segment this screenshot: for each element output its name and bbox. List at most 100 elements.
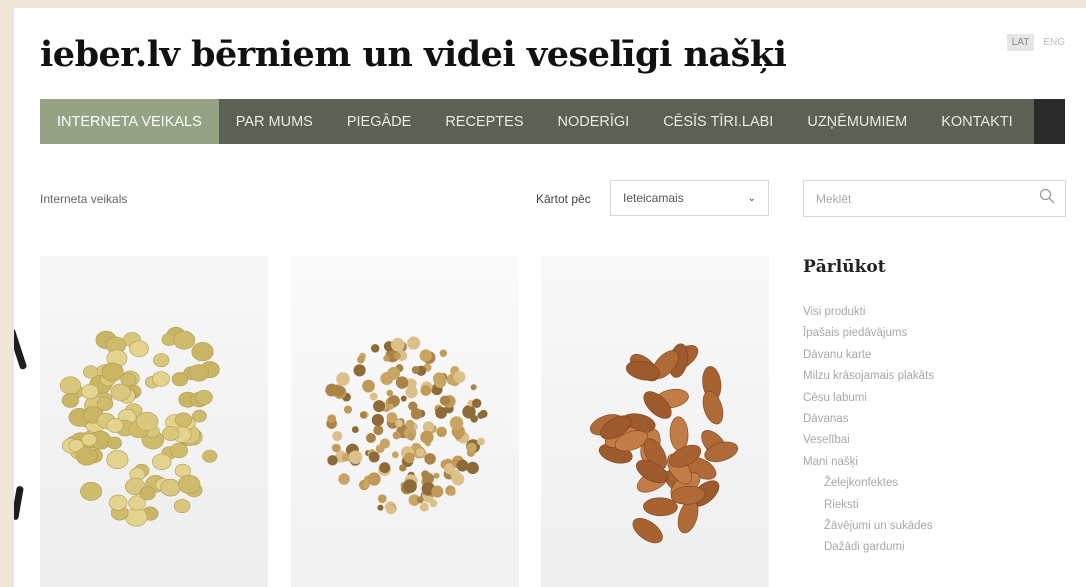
photo-detail [470,384,477,391]
photo-detail [333,384,341,391]
photo-detail [173,330,196,350]
photo-detail [169,442,188,459]
photo-detail [453,370,466,383]
photo-detail [96,396,114,411]
photo-detail [327,414,337,424]
photo-detail [353,364,366,377]
photo-detail [462,405,476,419]
subcategory-item[interactable]: Rieksti [803,495,934,516]
photo-detail [402,479,417,494]
photo-detail [357,355,365,364]
photo-detail [431,485,444,498]
sort-select[interactable]: Ieteicamais ⌄ [610,180,769,216]
category-item[interactable]: Dāvanu karte [803,345,934,366]
nav-noderigi[interactable]: NODERĪGI [541,99,647,144]
photo-detail [386,389,394,397]
subcategory-item[interactable]: Žāvējumi un sukādes [803,516,934,537]
photo-detail [405,385,418,399]
photo-detail [106,418,124,433]
nav-cesis[interactable]: CĒSĪS TĪRI.LABI [646,99,790,144]
search-icon[interactable] [1039,188,1055,209]
photo-detail [416,496,424,504]
photo-detail [348,450,363,464]
photo-detail [178,474,201,494]
photo-detail [410,408,423,420]
photo-detail [436,426,447,438]
photo-detail [466,442,477,453]
photo-detail [202,449,218,463]
photo-detail [392,431,401,440]
nav-interneta-veikals[interactable]: INTERNETA VEIKALS [40,99,219,144]
search-input[interactable] [814,190,1039,207]
nav-kontakti[interactable]: KONTAKTI [924,99,1029,144]
photo-detail [129,340,149,358]
breadcrumb[interactable]: Interneta veikals [40,192,127,206]
sidebar-title: Pārlūkot [803,257,886,277]
photo-detail [351,426,359,434]
photo-detail [106,450,129,469]
photo-detail [456,459,469,472]
photo-detail [429,499,438,508]
photo-detail [188,364,209,382]
photo-detail [195,390,213,405]
photo-detail [80,481,103,501]
photo-detail [160,478,181,497]
lang-eng[interactable]: ENG [1038,34,1070,51]
nav-par-mums[interactable]: PAR MUMS [219,99,330,144]
category-item[interactable]: Mani našķi [803,452,934,473]
photo-detail [380,372,394,386]
decorative-stroke [14,327,28,371]
photo-detail [101,362,124,382]
photo-detail [75,447,98,466]
photo-detail [191,342,214,362]
category-item[interactable]: Veselībai [803,430,934,451]
category-item[interactable]: Cēsu labumi [803,388,934,409]
language-switcher: LAT ENG [1006,34,1070,51]
photo-detail [399,464,407,472]
photo-detail [151,371,170,387]
photo-detail [476,437,485,446]
photo-detail [359,411,368,419]
photo-detail [393,352,401,360]
nav-receptes[interactable]: RECEPTES [428,99,540,144]
photo-detail [405,419,415,430]
lang-lat[interactable]: LAT [1006,34,1035,51]
photo-detail [83,365,99,379]
product-image-almonds[interactable] [541,256,769,587]
product-image-yellow-peas[interactable] [40,256,268,587]
photo-detail [471,398,482,409]
photo-detail [173,498,191,514]
subcategory-item[interactable]: Želejkonfektes [803,473,934,494]
photo-detail [400,395,407,402]
category-item[interactable]: Dāvanas [803,409,934,430]
photo-detail [391,451,399,459]
photo-detail [415,448,425,457]
site-title[interactable]: ieber.lv bērniem un videi veselīgi našķi [40,34,787,75]
photo-detail [81,384,99,400]
photo-detail [386,504,396,515]
category-item[interactable]: Īpašais piedāvājums [803,323,934,344]
photo-detail [420,385,432,396]
photo-detail [328,457,336,465]
photo-detail [375,444,385,454]
photo-detail [139,486,156,501]
photo-detail [373,425,384,436]
nav-uznemumiem[interactable]: UZŅĒMUMIEM [790,99,924,144]
photo-detail [369,392,378,401]
category-item[interactable]: Visi produkti [803,302,934,323]
photo-detail [341,453,350,462]
photo-detail [439,395,450,406]
photo-detail [162,426,180,441]
subcategory-item[interactable]: Dažādi gardumi [803,537,934,558]
photo-detail [338,473,350,485]
category-list: Visi produkti Īpašais piedāvājums Dāvanu… [803,302,934,559]
photo-detail [59,376,82,395]
nav-piegade[interactable]: PIEGĀDE [330,99,428,144]
product-image-mulberries[interactable] [291,256,519,587]
category-item[interactable]: Milzu krāsojamais plakāts [803,366,934,387]
photo-detail [407,336,421,350]
photo-detail [477,411,485,419]
photo-detail [125,507,148,527]
photo-detail [81,433,97,447]
photo-detail [370,344,380,353]
